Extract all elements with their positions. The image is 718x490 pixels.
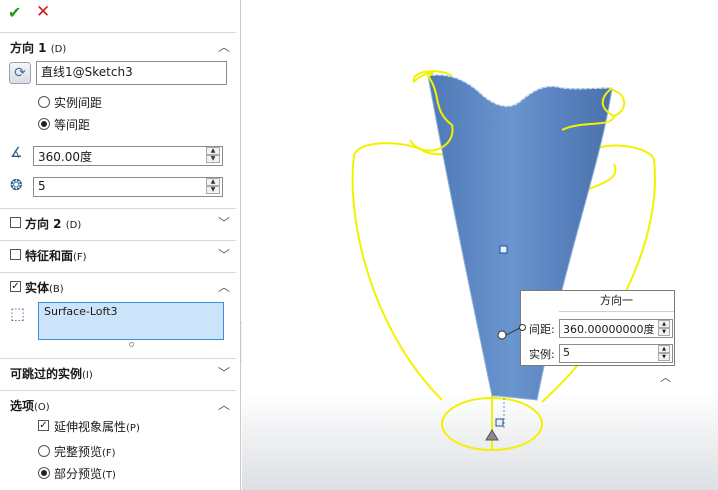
propagate-visual-shortcut: (P) [126,423,140,434]
callout-pin-icon [519,324,526,331]
graphics-viewport[interactable] [242,0,718,490]
chevron-down-icon[interactable]: ﹀ [218,214,230,231]
callout-instances-label: 实例: [529,348,555,361]
instance-spacing-label: 实例间距 [54,96,103,110]
divider [0,390,236,391]
section-skip-instances-header[interactable]: 可跳过的实例(I) ﹀ [0,361,236,385]
list-item[interactable]: Surface-Loft3 [44,305,218,318]
divider [0,32,236,33]
callout-anchor [497,330,507,340]
propagate-visual-checkbox[interactable]: ✓ [38,420,49,431]
drag-handle[interactable] [495,418,504,427]
pattern-callout: 方向一 间距: 360.00000000度 ▲ ▼ 实例: 5 ▲ ▼ [519,290,675,366]
bodies-checkbox[interactable]: ✓ [10,281,21,292]
section-options-header[interactable]: 选项(O) ︿ [0,393,236,417]
callout-spacing-spinner[interactable]: ▲ ▼ [658,320,670,337]
callout-spacing-input[interactable]: 360.00000000度 [559,319,673,338]
body-icon: ⬚ [10,304,26,323]
drag-handle[interactable] [499,245,508,254]
divider [0,208,236,209]
equal-spacing-radio[interactable] [38,118,50,130]
features-faces-title: 特征和面 [25,249,74,263]
direction-reference-field[interactable]: 直线1@Sketch3 [36,61,227,85]
chevron-up-icon[interactable]: ︿ [660,369,671,385]
section-direction1-header[interactable]: 方向 1 (D) ︿ [0,35,236,59]
skip-instances-shortcut: (I) [82,370,93,381]
cancel-button[interactable]: ✕ [36,2,50,22]
count-spinner[interactable]: ▲ ▼ [206,178,220,196]
divider [0,272,236,273]
section-bodies-header[interactable]: ✓ 实体(B) ︿ [0,275,236,299]
full-preview-label: 完整预览 [54,445,103,459]
features-faces-shortcut: (F) [73,252,87,263]
instance-spacing-radio[interactable] [38,96,50,108]
partial-preview-shortcut: (T) [102,470,116,481]
bodies-shortcut: (B) [49,284,64,295]
equal-spacing-label: 等间距 [54,118,91,132]
chevron-down-icon[interactable]: ﹀ [218,246,230,263]
section-direction2-header[interactable]: 方向 2 (D) ﹀ [0,211,236,235]
angle-input[interactable]: 360.00度 [33,146,223,166]
options-shortcut: (O) [34,402,50,413]
direction2-title: 方向 2 [25,217,62,231]
propagate-visual-label: 延伸视象属性 [54,420,127,434]
resize-handle[interactable] [129,342,134,347]
callout-instances-input[interactable]: 5 [559,344,673,363]
direction1-title: 方向 1 [10,41,47,55]
chevron-up-icon[interactable]: ︿ [218,38,230,55]
section-features-faces-header[interactable]: 特征和面(F) ﹀ [0,243,236,267]
chevron-down-icon[interactable]: ﹀ [218,364,230,381]
chevron-up-icon[interactable]: ︿ [218,396,230,413]
angle-spinner[interactable]: ▲ ▼ [206,147,220,165]
partial-preview-radio[interactable] [38,467,50,479]
bodies-title: 实体 [25,281,50,295]
full-preview-shortcut: (F) [102,448,116,459]
skip-instances-title: 可跳过的实例 [10,367,83,381]
pattern-count-icon: ❂ [10,176,23,194]
angle-icon: ∡ [10,145,23,161]
direction2-checkbox[interactable] [10,217,21,228]
rotate-arrow-icon[interactable]: ⟳ [9,62,31,84]
direction2-shortcut: (D) [65,220,82,231]
callout-spacing-label: 间距: [529,323,555,336]
full-preview-radio[interactable] [38,445,50,457]
direction1-shortcut: (D) [50,44,67,55]
bodies-list[interactable]: Surface-Loft3 [38,302,224,340]
divider [0,358,236,359]
callout-title: 方向一 [559,291,674,312]
ok-button[interactable]: ✔ [8,3,21,22]
instance-count-input[interactable]: 5 [33,177,223,197]
divider [0,240,236,241]
callout-instances-spinner[interactable]: ▲ ▼ [658,345,670,362]
features-faces-checkbox[interactable] [10,249,21,260]
property-manager-panel: ✔ ✕ 方向 1 (D) ︿ ⟳ 直线1@Sketch3 实例间距 等间距 ∡ … [0,0,241,490]
options-title: 选项 [10,399,35,413]
chevron-up-icon[interactable]: ︿ [218,278,230,295]
partial-preview-label: 部分预览 [54,467,103,481]
